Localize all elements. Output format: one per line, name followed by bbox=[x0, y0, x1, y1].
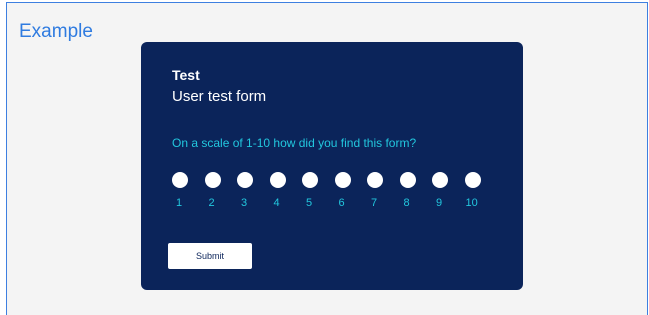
rating-label-9: 9 bbox=[436, 197, 443, 209]
rating-radio-6[interactable] bbox=[334, 172, 351, 188]
rating-label-4: 4 bbox=[273, 197, 280, 209]
form-title: Test bbox=[172, 67, 200, 83]
rating-radio-4[interactable] bbox=[269, 172, 286, 188]
rating-label-1: 1 bbox=[176, 197, 183, 209]
rating-radio-1[interactable] bbox=[172, 172, 188, 188]
rating-label-10: 10 bbox=[465, 197, 478, 209]
rating-radio-5[interactable] bbox=[302, 172, 318, 188]
example-frame: Example Test User test form On a scale o… bbox=[6, 2, 648, 315]
rating-label-6: 6 bbox=[338, 197, 345, 209]
rating-label-7: 7 bbox=[371, 197, 378, 209]
rating-radio-10[interactable] bbox=[464, 172, 481, 188]
frame-title: Example bbox=[19, 21, 93, 42]
rating-radio-7[interactable] bbox=[367, 172, 383, 188]
rating-label-3: 3 bbox=[241, 197, 248, 209]
rating-label-2: 2 bbox=[208, 197, 215, 209]
form-card: Test User test form On a scale of 1-10 h… bbox=[141, 42, 523, 290]
submit-button[interactable]: Submit bbox=[168, 243, 252, 269]
rating-radio-9[interactable] bbox=[432, 172, 448, 188]
rating-radio-2[interactable] bbox=[204, 172, 221, 188]
rating-radio-8[interactable] bbox=[399, 172, 416, 188]
rating-question: On a scale of 1-10 how did you find this… bbox=[172, 136, 417, 150]
rating-label-8: 8 bbox=[403, 197, 410, 209]
form-subtitle: User test form bbox=[172, 88, 267, 105]
rating-radio-3[interactable] bbox=[237, 172, 253, 188]
rating-label-5: 5 bbox=[306, 197, 313, 209]
